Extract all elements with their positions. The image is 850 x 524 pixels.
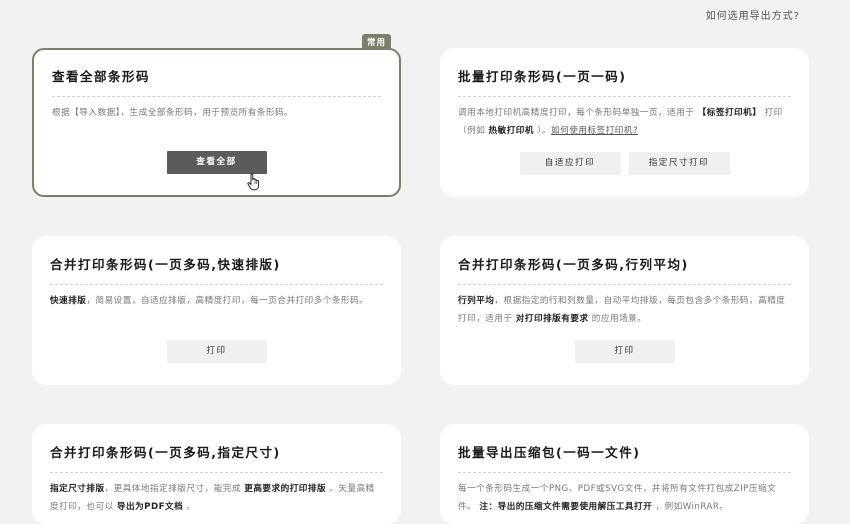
card-description: 调用本地打印机高精度打印，每个条形码单独一页，适用于 【标签打印机】 打印（例如… — [458, 108, 783, 136]
card-title: 合并打印条形码(一页多码,指定尺寸) — [50, 445, 281, 460]
divider — [50, 284, 383, 285]
card-title: 合并打印条形码(一页多码,行列平均) — [458, 257, 689, 272]
hand-cursor-icon — [247, 173, 260, 191]
card-description: 快速排版，简易设置，自适应排版，高精度打印，每一页合并打印多个条形码。 — [50, 296, 369, 306]
fixed-size-print-button[interactable]: 指定尺寸打印 — [628, 152, 730, 175]
divider — [458, 96, 791, 97]
divider — [458, 284, 791, 285]
card-description: 根据【导入数据】，生成全部条形码，用于预览所有条形码。 — [52, 108, 294, 118]
divider — [458, 472, 791, 473]
card-title: 批量打印条形码(一页一码) — [458, 69, 627, 84]
adaptive-print-button[interactable]: 自适应打印 — [519, 152, 621, 175]
divider — [52, 96, 381, 97]
divider — [50, 472, 383, 473]
card-merge-fixed-size: 合并打印条形码(一页多码,指定尺寸) 指定尺寸排版，更具体地指定排版尺寸，能完成… — [32, 424, 401, 524]
print-button[interactable]: 打印 — [166, 340, 267, 363]
card-description: 行列平均，根据指定的行和列数量，自动平均排版，每页包含多个条形码，高精度打印，适… — [458, 296, 786, 324]
card-title: 合并打印条形码(一页多码,快速排版) — [50, 257, 281, 272]
common-badge: 常用 — [361, 34, 391, 50]
card-merge-grid: 合并打印条形码(一页多码,行列平均) 行列平均，根据指定的行和列数量，自动平均排… — [440, 236, 809, 385]
card-title: 查看全部条形码 — [52, 69, 151, 84]
card-merge-quick: 合并打印条形码(一页多码,快速排版) 快速排版，简易设置，自适应排版，高精度打印… — [32, 236, 401, 385]
card-batch-print: 批量打印条形码(一页一码) 调用本地打印机高精度打印，每个条形码单独一页，适用于… — [440, 48, 809, 197]
card-view-all: 常用 查看全部条形码 根据【导入数据】，生成全部条形码，用于预览所有条形码。 查… — [32, 34, 401, 197]
card-export-zip: 批量导出压缩包(一码一文件) 每一个条形码生成一个PNG、PDF或SVG文件，并… — [440, 424, 809, 524]
card-title: 批量导出压缩包(一码一文件) — [458, 445, 641, 460]
print-button[interactable]: 打印 — [574, 340, 675, 363]
view-all-button[interactable]: 查看全部 — [166, 151, 267, 174]
export-help-link[interactable]: 如何选用导出方式? — [706, 7, 800, 22]
label-printer-help-link[interactable]: 如何使用标签打印机? — [551, 126, 638, 136]
